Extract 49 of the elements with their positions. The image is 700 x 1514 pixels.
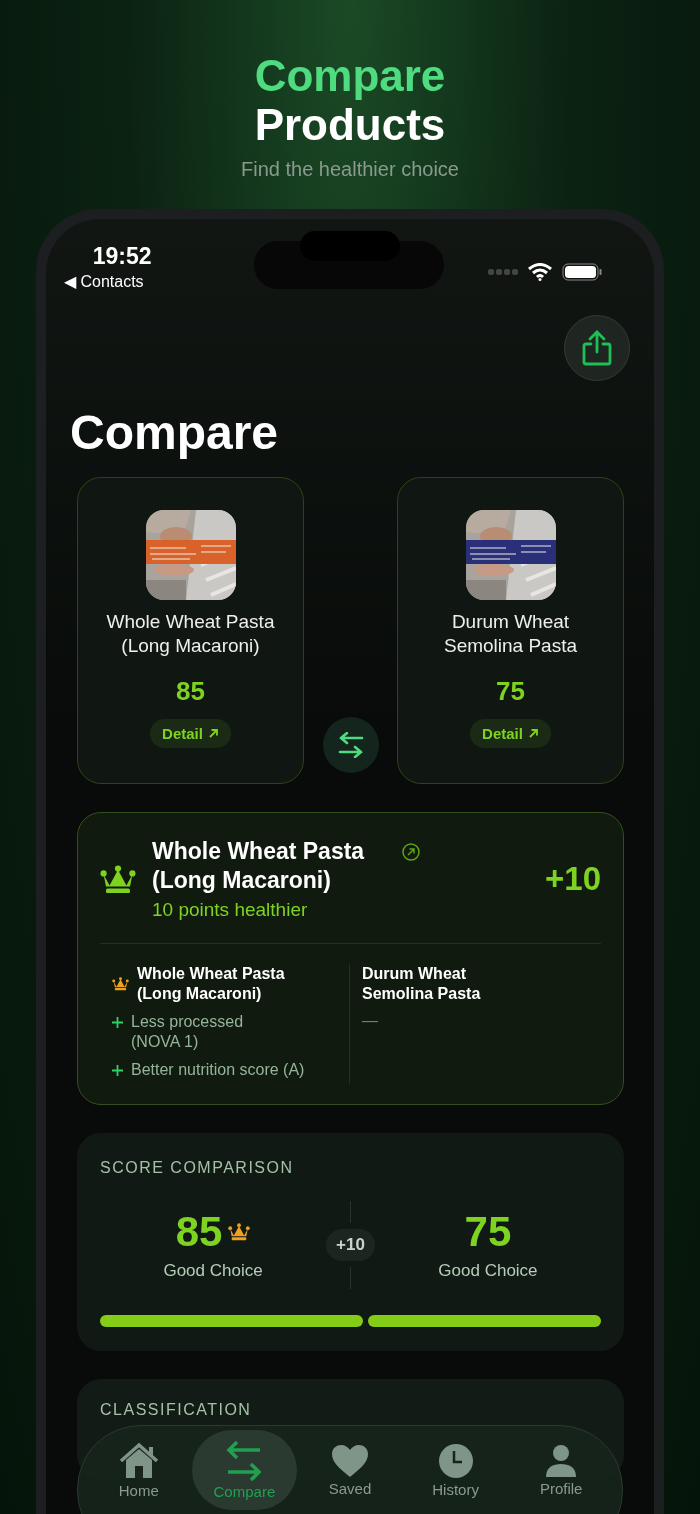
- empty-dash: —: [362, 1012, 379, 1030]
- product-name: Durum Wheat Semolina Pasta: [362, 964, 482, 1004]
- section-title: CLASSIFICATION: [100, 1401, 253, 1419]
- person-icon: [545, 1443, 578, 1478]
- hero-title: Products: [254, 100, 446, 150]
- product-name: Durum Wheat Semolina Pasta: [442, 610, 579, 658]
- score-value: 85: [175, 1209, 223, 1255]
- score-difference: +10: [545, 860, 601, 898]
- battery-icon: [562, 263, 602, 281]
- advantage-text: Less processed (NOVA 1): [131, 1012, 245, 1052]
- status-time: 19:52: [92, 243, 152, 270]
- open-link-icon[interactable]: [402, 843, 420, 861]
- back-link[interactable]: ◀ Contacts: [64, 272, 144, 291]
- winner-name: Whole Wheat Pasta (Long Macaroni): [152, 837, 366, 895]
- tab[interactable]: Home: [86, 1430, 192, 1510]
- arrow-icon: [527, 728, 539, 739]
- crown-icon: [100, 864, 136, 894]
- difference-badge: +10: [326, 1229, 375, 1261]
- signal-icon: [488, 269, 518, 275]
- tab[interactable]: Profile: [508, 1430, 614, 1510]
- share-icon: [582, 330, 612, 366]
- hero-title: Compare: [254, 52, 446, 100]
- detail-button[interactable]: Detail: [150, 719, 231, 748]
- crown-icon: [228, 1223, 251, 1241]
- advantage-text: Better nutrition score (A): [131, 1060, 306, 1080]
- winner-subtitle: 10 points healthier: [152, 899, 309, 921]
- swap-arrows-icon: [337, 732, 364, 758]
- plus-icon: [112, 1017, 123, 1028]
- home-icon: [117, 1441, 160, 1480]
- product-score: 85: [176, 676, 205, 707]
- plus-icon: [112, 1065, 123, 1076]
- tab[interactable]: Compare: [191, 1430, 298, 1510]
- hero-subtitle: Find the healthier choice: [241, 158, 459, 181]
- arrow-icon: [207, 728, 219, 739]
- tab[interactable]: Saved: [297, 1430, 403, 1510]
- detail-button[interactable]: Detail: [470, 719, 551, 748]
- product-name: Whole Wheat Pasta (Long Macaroni): [137, 964, 286, 1004]
- wifi-icon: [528, 263, 552, 281]
- score-label: Good Choice: [438, 1261, 538, 1281]
- crown-icon: [112, 977, 129, 991]
- product-score: 75: [496, 676, 525, 707]
- product-name: Whole Wheat Pasta (Long Macaroni): [105, 610, 276, 658]
- section-title: SCORE COMPARISON: [100, 1159, 295, 1177]
- score-value: 75: [464, 1209, 512, 1255]
- heart-icon: [331, 1443, 369, 1478]
- page-title: Compare: [70, 405, 280, 461]
- tab[interactable]: History: [402, 1430, 509, 1510]
- clock-icon: [437, 1442, 474, 1479]
- score-label: Good Choice: [163, 1261, 263, 1281]
